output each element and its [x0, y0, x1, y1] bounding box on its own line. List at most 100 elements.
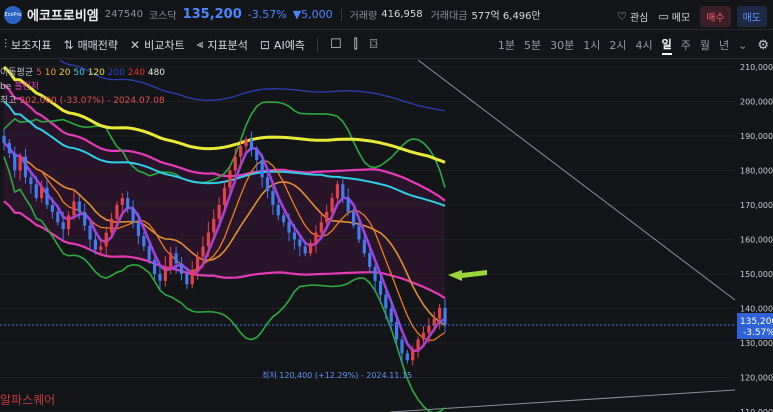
interval-day[interactable]: 일 [661, 36, 672, 55]
ma-legend-row: 이동평균 5 10 20 50 120 200 240 480 [0, 66, 165, 80]
compare-button[interactable]: ✕ 비교차트 [130, 37, 185, 53]
candle-body [169, 253, 173, 268]
candle-body [34, 184, 38, 199]
square-icon[interactable]: ☐ [330, 37, 342, 52]
candle-body [319, 222, 323, 233]
watchlist-button[interactable]: ♡ 관심 [617, 9, 648, 24]
interval-week[interactable]: 주 [681, 37, 691, 53]
indicator-legend: 이동평균 5 10 20 50 120 200 240 480 be 볼린저 최… [0, 66, 165, 108]
candle-body [77, 201, 81, 212]
candle-body [405, 353, 409, 361]
stock-code: 247540 [104, 9, 143, 20]
stock-name[interactable]: 에코프로비엠 [27, 5, 99, 24]
candle-body [373, 267, 377, 281]
strategy-icon: ⇅ [63, 37, 74, 52]
candle-body [368, 253, 372, 268]
change-amount: ▼5,000 [292, 8, 333, 21]
candle-body [325, 211, 329, 223]
buy-button[interactable]: 매수 [700, 6, 731, 27]
tool-label: AI예측 [273, 38, 305, 52]
candle-body [341, 184, 345, 199]
interval-30min[interactable]: 30분 [550, 37, 574, 53]
volume-label: 거래량 [349, 11, 378, 22]
turnover-value: 577억 6,496만 [471, 11, 541, 22]
candle-body [438, 307, 442, 319]
candle-body [421, 332, 426, 340]
candle-type-icon[interactable]: ⫿ [354, 37, 358, 52]
analysis-button[interactable]: ⫷ 지표분석 [197, 37, 248, 53]
candle-body [185, 273, 189, 285]
candle-body [109, 218, 114, 233]
ma-periods: 5 10 20 50 120 200 240 480 [36, 66, 165, 80]
candle-body [292, 232, 297, 240]
tool-label: 비교차트 [144, 38, 185, 52]
candle-body [120, 198, 124, 205]
candle-body [303, 246, 307, 254]
candle-body [411, 349, 415, 361]
memo-label: 메모 [671, 13, 691, 24]
interval-5min[interactable]: 5분 [524, 37, 541, 53]
current-price-tag-value: 135,200 [740, 317, 773, 327]
sell-button[interactable]: 매도 [736, 6, 767, 27]
candle-body [40, 187, 44, 199]
gear-icon[interactable]: ⚙ [757, 38, 769, 53]
strategy-button[interactable]: ⇅ 매매전략 [64, 37, 119, 53]
candle-body [126, 198, 130, 209]
bollinger-label: be [0, 82, 12, 92]
price-tick-label: 160,000 [740, 235, 773, 244]
camera-icon[interactable]: ⌼ [370, 37, 378, 52]
candle-body [190, 270, 194, 285]
divider [316, 37, 318, 52]
candle-body [29, 177, 33, 185]
chevron-down-icon[interactable]: ⌄ [738, 39, 747, 52]
interval-1h[interactable]: 1시 [583, 37, 600, 53]
candle-body [152, 260, 157, 274]
watchlist-label: 관심 [629, 13, 649, 24]
interval-year[interactable]: 년 [719, 37, 729, 53]
candle-body [212, 218, 216, 233]
chart-toolbar: ⫶ 보조지표 ⇅ 매매전략 ✕ 비교차트 ⫷ 지표분석 ⊡ AI예측 ☐ ⫿ ⌼ 1분 5… [0, 31, 773, 59]
heart-icon: ♡ [617, 10, 627, 23]
candle-body [244, 139, 248, 147]
candle-body [83, 211, 87, 226]
candle-body [228, 170, 232, 188]
ma-period-50: 50 [73, 68, 88, 78]
price-tick-label: 110,000 [740, 408, 773, 412]
candle-body [23, 156, 28, 178]
candle-body [196, 256, 200, 271]
price-tick-label: 210,000 [740, 63, 773, 72]
candle-body [249, 139, 253, 150]
memo-button[interactable]: ▭ 메모 [658, 9, 690, 24]
stock-header: EcoPro 에코프로비엠 247540 코스닥 135,200 -3.57% … [0, 0, 773, 30]
ai-forecast-button[interactable]: ⊡ AI예측 [260, 37, 305, 53]
price-tick-label: 190,000 [740, 132, 773, 141]
interval-2h[interactable]: 2시 [609, 37, 626, 53]
candle-body [61, 222, 65, 230]
ma-period-240: 240 [127, 68, 148, 78]
candle-body [72, 201, 76, 216]
bollinger-value: 볼린저 [14, 82, 40, 92]
indicator-button[interactable]: ⫶ 보조지표 [4, 37, 52, 53]
price-tick-label: 170,000 [740, 201, 773, 210]
ma-period-20: 20 [59, 68, 74, 78]
candle-body [400, 339, 404, 354]
tool-label: 보조지표 [11, 38, 52, 52]
bollinger-legend-row: be 볼린저 [0, 80, 165, 94]
candle-body [217, 204, 221, 219]
price-chart[interactable]: 210,000 200,000 190,000 180,000 170,000 160,0… [0, 60, 773, 412]
turnover-label: 거래대금 [430, 11, 468, 22]
interval-4h[interactable]: 4시 [636, 37, 653, 53]
candle-body [99, 246, 103, 250]
candle-body [50, 204, 55, 212]
candle-body [136, 222, 141, 236]
candle-body [287, 222, 291, 233]
candle-body [158, 273, 162, 281]
ma-period-10: 10 [44, 68, 60, 78]
candle-body [362, 239, 366, 254]
interval-month[interactable]: 월 [700, 37, 710, 53]
candle-body [56, 211, 60, 223]
interval-1min[interactable]: 1분 [498, 37, 515, 53]
current-price: 135,200 [182, 7, 242, 22]
candle-body [416, 339, 420, 350]
current-price-tag-pct: -3.57% [743, 328, 773, 338]
